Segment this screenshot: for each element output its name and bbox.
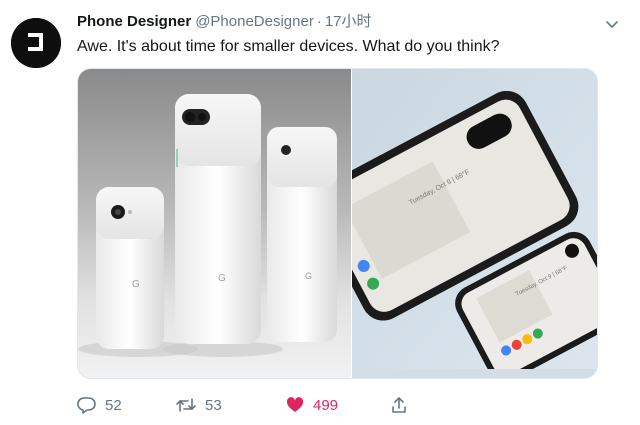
reply-count: 52 bbox=[105, 396, 122, 414]
avatar[interactable] bbox=[11, 18, 61, 68]
svg-text:G: G bbox=[305, 271, 312, 281]
reply-icon bbox=[77, 397, 96, 414]
share-button[interactable] bbox=[389, 393, 409, 417]
share-icon bbox=[392, 397, 406, 413]
heart-icon bbox=[286, 397, 304, 412]
chevron-down-icon[interactable] bbox=[604, 16, 620, 32]
like-button[interactable]: 499 bbox=[285, 393, 338, 417]
avatar-logo-icon bbox=[11, 18, 61, 68]
tweet[interactable]: Phone Designer @PhoneDesigner · 17小时 Awe. I… bbox=[0, 0, 640, 425]
tweet-media[interactable]: G G G Tuesday, Oct 9 | 68°F Tuesday, Oct… bbox=[77, 68, 598, 379]
retweet-button[interactable]: 53 bbox=[175, 393, 222, 417]
author-name[interactable]: Phone Designer bbox=[77, 13, 191, 30]
timestamp[interactable]: 17小时 bbox=[325, 13, 372, 30]
media-image-phones-standing[interactable]: G G G bbox=[78, 69, 351, 378]
separator-dot: · bbox=[316, 13, 322, 30]
retweet-icon bbox=[176, 398, 196, 412]
tweet-actions: 52 53 499 bbox=[77, 393, 617, 417]
tweet-text: Awe. It's about time for smaller devices… bbox=[77, 38, 500, 55]
author-handle[interactable]: @PhoneDesigner bbox=[195, 13, 314, 30]
reply-button[interactable]: 52 bbox=[77, 393, 122, 417]
tweet-header: Phone Designer @PhoneDesigner · 17小时 bbox=[77, 12, 372, 32]
like-count: 499 bbox=[313, 396, 339, 414]
media-image-phones-lying[interactable]: Tuesday, Oct 9 | 68°F Tuesday, Oct 9 | 6… bbox=[311, 69, 597, 378]
svg-text:G: G bbox=[132, 279, 140, 290]
retweet-count: 53 bbox=[205, 396, 222, 414]
svg-text:G: G bbox=[218, 273, 226, 284]
